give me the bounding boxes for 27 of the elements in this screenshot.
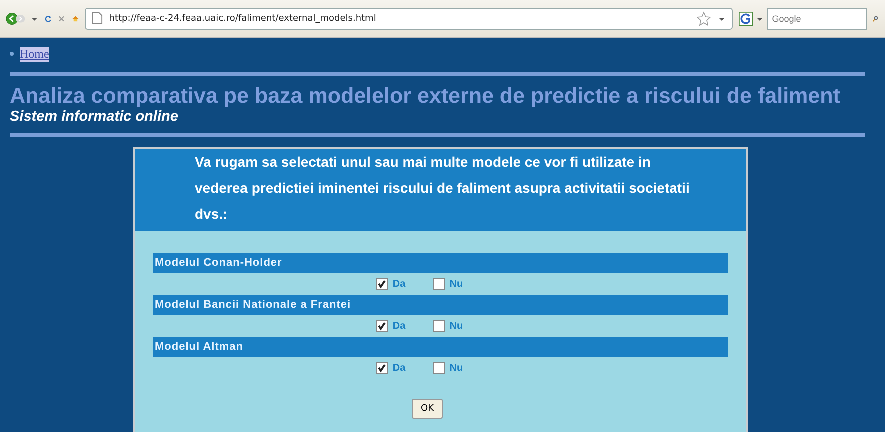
model-heading: Modelul Conan-Holder: [153, 253, 728, 273]
address-bar[interactable]: http://feaa-c-24.feaa.uaic.ro/faliment/external_models.html: [85, 8, 734, 30]
checkbox[interactable]: [376, 278, 388, 290]
checkbox[interactable]: [376, 362, 388, 374]
page-subtitle: Sistem informatic online: [10, 109, 180, 125]
option-label: Da: [392, 320, 406, 332]
ok-button[interactable]: OK: [412, 399, 443, 419]
option-label: Nu: [450, 320, 464, 332]
search-field[interactable]: Google: [767, 8, 868, 30]
checkbox[interactable]: [432, 362, 445, 374]
bullet-icon: [10, 52, 14, 56]
page-title: Analiza comparativa pe baza modelelor externe de predictie a riscului de faliment: [10, 84, 842, 109]
page-icon: [92, 12, 104, 25]
home-link[interactable]: Home: [20, 46, 50, 62]
url-text: http://feaa-c-24.feaa.uaic.ro/faliment/external_models.html: [109, 14, 378, 24]
checkbox[interactable]: [432, 320, 445, 332]
intro-text: Va rugam sa selectati unul sau mai multe modele ce vor fi utilizate in vederea predictiei iminentei riscului de faliment asupra activitatii societatii dvs.:: [195, 153, 690, 224]
star-icon[interactable]: [696, 10, 712, 26]
model-heading: Modelul Altman: [153, 337, 728, 357]
search-engine-icon[interactable]: [739, 12, 754, 26]
model-heading: Modelul Bancii Nationale a Frantei: [153, 295, 728, 315]
option-label: Nu: [450, 362, 464, 374]
option-label: Da: [392, 362, 406, 374]
option-label: Da: [392, 278, 406, 290]
option-label: Nu: [450, 278, 464, 290]
checkbox[interactable]: [432, 278, 445, 290]
checkbox[interactable]: [376, 320, 388, 332]
